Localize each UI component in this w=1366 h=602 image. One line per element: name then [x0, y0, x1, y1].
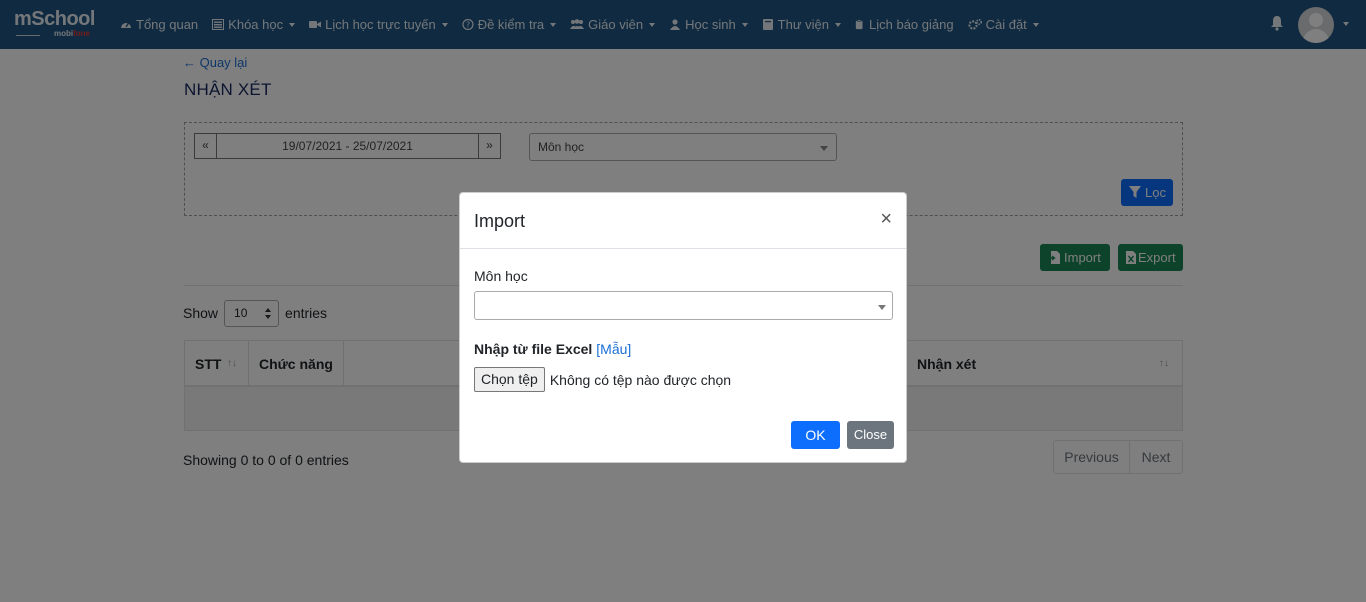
close-icon[interactable]: × [880, 209, 892, 229]
choose-file-button[interactable]: Chọn tệp [474, 367, 545, 392]
close-button[interactable]: Close [847, 421, 894, 449]
template-link[interactable]: [Mẫu] [596, 341, 631, 357]
excel-import-label: Nhập từ file Excel [Mẫu] [474, 341, 632, 357]
file-status: Không có tệp nào được chọn [549, 371, 732, 388]
file-input: Chọn tệp Không có tệp nào được chọn [474, 367, 731, 392]
import-modal: Import × Môn học Nhập từ file Excel [Mẫu… [459, 192, 907, 463]
subject-label: Môn học [474, 268, 528, 284]
ok-button[interactable]: OK [791, 421, 840, 449]
modal-header: Import × [460, 193, 906, 249]
modal-subject-select[interactable] [474, 291, 893, 320]
modal-title: Import [474, 211, 526, 231]
chevron-down-icon [878, 305, 886, 310]
